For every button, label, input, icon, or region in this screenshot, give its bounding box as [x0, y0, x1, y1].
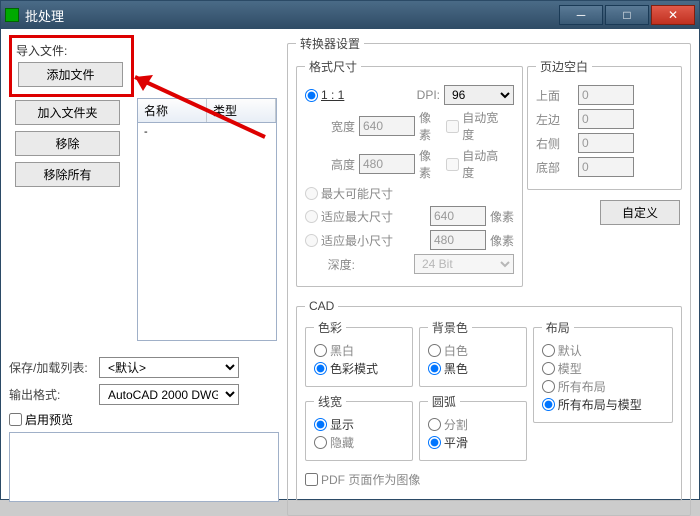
fit-min-input	[430, 230, 486, 250]
output-format-label: 输出格式:	[9, 386, 99, 403]
margin-right-input	[578, 133, 634, 153]
lw-hide-radio[interactable]: 隐藏	[314, 434, 354, 451]
bg-black-radio[interactable]: 黑色	[428, 360, 468, 377]
margin-top-input	[578, 85, 634, 105]
preview-area	[9, 432, 279, 502]
depth-combo: 24 Bit	[414, 254, 514, 274]
right-panel: 转换器设置 格式尺寸 1 : 1 DPI: 96 宽度	[287, 35, 691, 493]
cad-group: CAD 色彩 黑白 色彩模式 线宽 显示 隐藏	[296, 299, 682, 501]
margins-legend: 页边空白	[536, 58, 592, 75]
fit-min-radio[interactable]: 适应最小尺寸	[305, 232, 393, 249]
maximize-button[interactable]: □	[605, 5, 649, 25]
bg-group: 背景色 白色 黑色	[419, 319, 527, 387]
margin-bottom-input	[578, 157, 634, 177]
save-list-label: 保存/加载列表:	[9, 359, 99, 376]
layout-all-model-radio[interactable]: 所有布局与模型	[542, 396, 642, 413]
output-format-combo[interactable]: AutoCAD 2000 DWG (*.d	[99, 384, 239, 405]
format-size-legend: 格式尺寸	[305, 58, 361, 75]
enable-preview-label: 启用预览	[25, 411, 73, 428]
dpi-label: DPI:	[390, 88, 440, 102]
max-possible-radio[interactable]: 最大可能尺寸	[305, 185, 393, 202]
window-title: 批处理	[25, 6, 557, 25]
auto-height-checkbox[interactable]: 自动高度	[446, 147, 508, 181]
layout-model-radio[interactable]: 模型	[542, 360, 582, 377]
batch-window: 批处理 ─ □ ✕ 导入文件: 添加文件 加入文件夹 移除 移除所有	[0, 0, 700, 500]
margins-group: 页边空白 上面 左边 右侧 底部	[527, 58, 682, 190]
col-name[interactable]: 名称	[138, 99, 207, 122]
arc-smooth-radio[interactable]: 平滑	[428, 434, 468, 451]
lineweight-group: 线宽 显示 隐藏	[305, 393, 413, 461]
remove-all-button[interactable]: 移除所有	[15, 162, 120, 187]
import-highlight: 导入文件: 添加文件	[9, 35, 134, 97]
converter-settings-legend: 转换器设置	[296, 35, 364, 52]
ratio-11-radio[interactable]: 1 : 1	[305, 88, 344, 102]
width-input	[359, 116, 415, 136]
bg-white-radio[interactable]: 白色	[428, 342, 468, 359]
color-bw-radio[interactable]: 黑白	[314, 342, 354, 359]
width-label: 宽度	[305, 118, 355, 135]
height-input	[359, 154, 415, 174]
margin-left-input	[578, 109, 634, 129]
layout-default-radio[interactable]: 默认	[542, 342, 582, 359]
color-group: 色彩 黑白 色彩模式	[305, 319, 413, 387]
color-mode-radio[interactable]: 色彩模式	[314, 360, 378, 377]
fit-max-input	[430, 206, 486, 226]
app-icon	[5, 8, 19, 22]
remove-button[interactable]: 移除	[15, 131, 120, 156]
layout-all-radio[interactable]: 所有布局	[542, 378, 606, 395]
minimize-button[interactable]: ─	[559, 5, 603, 25]
close-button[interactable]: ✕	[651, 5, 695, 25]
file-list-header: 名称 类型	[137, 98, 277, 123]
col-type[interactable]: 类型	[207, 99, 276, 122]
file-list-body[interactable]: -	[137, 123, 277, 341]
converter-settings-group: 转换器设置 格式尺寸 1 : 1 DPI: 96 宽度	[287, 35, 691, 516]
pdf-as-image-checkbox[interactable]: PDF 页面作为图像	[305, 471, 420, 488]
add-file-button[interactable]: 添加文件	[18, 62, 123, 87]
custom-button[interactable]: 自定义	[600, 200, 680, 225]
titlebar: 批处理 ─ □ ✕	[1, 1, 699, 29]
cad-legend: CAD	[305, 299, 338, 313]
arc-group: 圆弧 分割 平滑	[419, 393, 527, 461]
lw-show-radio[interactable]: 显示	[314, 416, 354, 433]
arc-split-radio[interactable]: 分割	[428, 416, 468, 433]
dpi-combo[interactable]: 96	[444, 85, 514, 105]
left-panel: 导入文件: 添加文件 加入文件夹 移除 移除所有 名称 类型 -	[9, 35, 279, 493]
save-list-combo[interactable]: <默认>	[99, 357, 239, 378]
height-label: 高度	[305, 156, 355, 173]
import-files-label: 导入文件:	[16, 42, 127, 59]
format-size-group: 格式尺寸 1 : 1 DPI: 96 宽度 像素	[296, 58, 523, 287]
file-list: 名称 类型 -	[137, 98, 277, 341]
fit-max-radio[interactable]: 适应最大尺寸	[305, 208, 393, 225]
add-folder-button[interactable]: 加入文件夹	[15, 100, 120, 125]
depth-label: 深度:	[305, 256, 355, 273]
auto-width-checkbox[interactable]: 自动宽度	[446, 109, 508, 143]
layout-group: 布局 默认 模型 所有布局 所有布局与模型	[533, 319, 673, 423]
enable-preview-checkbox[interactable]	[9, 413, 22, 426]
